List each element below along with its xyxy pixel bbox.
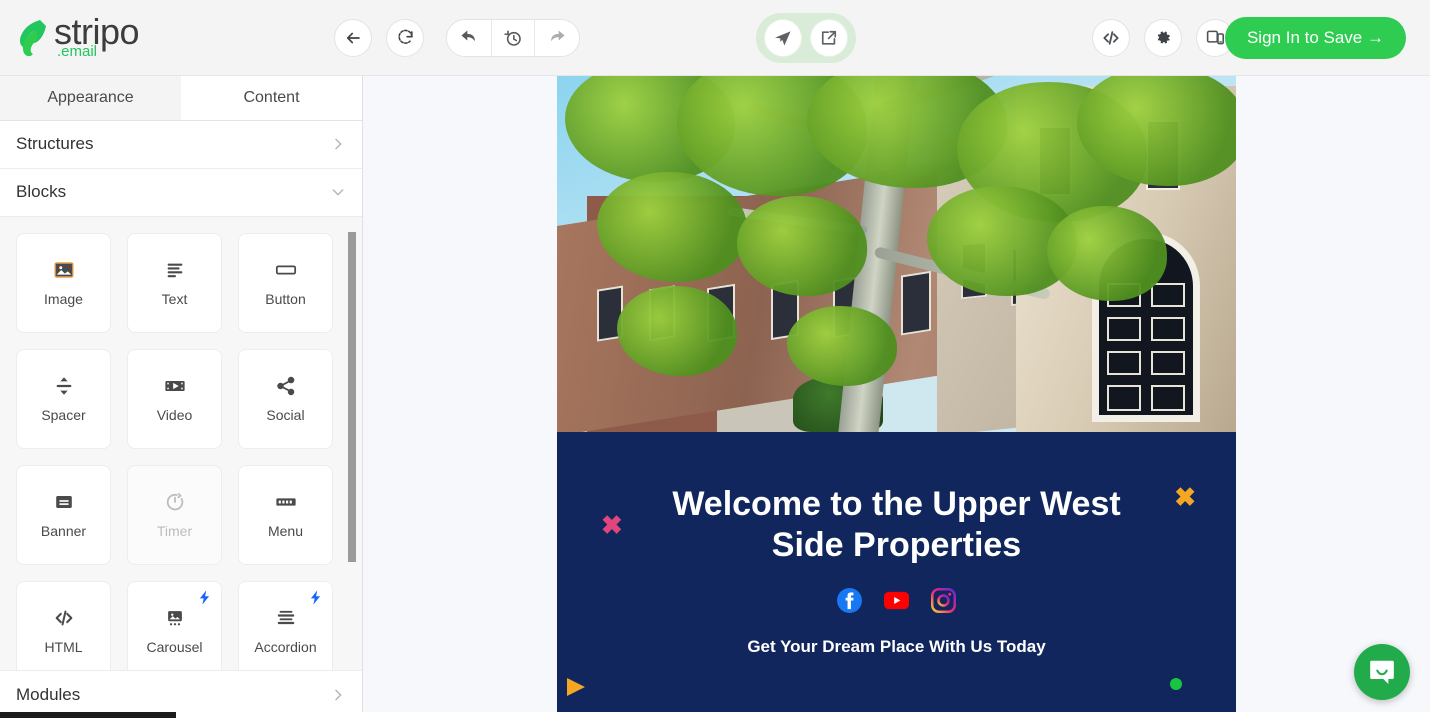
block-label: Text xyxy=(161,290,188,307)
block-label: Spacer xyxy=(41,406,86,423)
blocks-grid: Image Text Button Spacer Video Social Banner Ti… xyxy=(16,232,348,670)
block-label: Image xyxy=(44,290,83,307)
instagram-icon[interactable] xyxy=(931,588,956,613)
editor-tools-group xyxy=(1092,18,1234,57)
triangle-orange-icon xyxy=(567,678,585,696)
share-nodes-icon xyxy=(275,375,297,397)
block-card-text[interactable]: Text xyxy=(127,232,222,333)
block-label: Carousel xyxy=(146,638,203,655)
history-button[interactable] xyxy=(491,19,535,56)
hero-image[interactable] xyxy=(557,76,1236,432)
settings-button[interactable] xyxy=(1144,18,1182,57)
lightning-bolt-icon xyxy=(307,588,324,612)
block-card-video[interactable]: Video xyxy=(127,348,222,449)
block-card-html[interactable]: HTML xyxy=(16,580,111,670)
block-label: Accordion xyxy=(254,638,317,655)
carousel-icon xyxy=(163,607,187,629)
cta-subheading[interactable]: Get Your Dream Place With Us Today xyxy=(597,637,1196,657)
hero-cta-section[interactable]: ✖ ✖ Welcome to the Upper West Side Prope… xyxy=(557,432,1236,718)
image-icon xyxy=(53,259,75,281)
block-card-image[interactable]: Image xyxy=(16,232,111,333)
window-bottom-strip xyxy=(0,712,1430,718)
redo-button[interactable] xyxy=(535,19,579,56)
facebook-icon[interactable] xyxy=(837,588,862,613)
nav-button-group xyxy=(334,18,424,57)
spacer-icon xyxy=(53,375,75,397)
section-structures-label: Structures xyxy=(16,134,94,154)
cta-heading[interactable]: Welcome to the Upper West Side Propertie… xyxy=(637,484,1157,566)
social-links xyxy=(597,588,1196,613)
chat-bubble-smile-icon xyxy=(1370,660,1394,684)
section-modules-label: Modules xyxy=(16,684,81,704)
chevron-right-icon xyxy=(330,136,346,152)
block-label: Button xyxy=(265,290,306,307)
export-button[interactable] xyxy=(810,18,848,57)
chevron-right-icon xyxy=(330,687,346,703)
block-card-banner[interactable]: Banner xyxy=(16,464,111,565)
email-canvas[interactable]: ✖ ✖ Welcome to the Upper West Side Prope… xyxy=(363,76,1430,718)
block-label: Timer xyxy=(156,522,193,539)
lightning-bolt-icon xyxy=(196,588,213,612)
chat-launcher-button[interactable] xyxy=(1354,644,1410,700)
x-mark-orange-icon: ✖ xyxy=(1174,482,1196,512)
block-card-social[interactable]: Social xyxy=(238,348,333,449)
timer-icon xyxy=(164,491,186,513)
section-structures[interactable]: Structures xyxy=(0,120,362,169)
top-toolbar: stripo .email Sign In to Save → xyxy=(0,0,1430,76)
banner-icon xyxy=(53,491,75,513)
history-button-group xyxy=(446,18,580,57)
sign-in-to-save-button[interactable]: Sign In to Save → xyxy=(1224,16,1406,59)
block-label: Video xyxy=(156,406,193,423)
tab-content[interactable]: Content xyxy=(181,76,362,120)
app-logo[interactable]: stripo .email xyxy=(16,14,316,60)
menu-icon xyxy=(274,491,298,513)
code-editor-button[interactable] xyxy=(1092,18,1130,57)
back-button[interactable] xyxy=(334,18,372,57)
block-label: Menu xyxy=(267,522,304,539)
button-icon xyxy=(274,259,298,281)
horizontal-scrollbar-thumb[interactable] xyxy=(0,712,176,718)
block-card-spacer[interactable]: Spacer xyxy=(16,348,111,449)
block-label: HTML xyxy=(44,638,83,655)
stripo-email-editor: stripo .email Sign In to Save → Appearan… xyxy=(0,0,1430,718)
section-blocks[interactable]: Blocks xyxy=(0,168,362,217)
block-card-timer: Timer xyxy=(127,464,222,565)
block-label: Banner xyxy=(40,522,87,539)
left-panel: Appearance Content Structures Blocks Ima… xyxy=(0,76,363,718)
brand-suffix: .email xyxy=(57,43,98,60)
refresh-button[interactable] xyxy=(386,18,424,57)
block-label: Social xyxy=(266,406,305,423)
accordion-icon xyxy=(274,607,298,629)
panel-tabs: Appearance Content xyxy=(0,76,362,121)
send-export-group xyxy=(756,12,856,63)
block-card-menu[interactable]: Menu xyxy=(238,464,333,565)
dot-green-icon xyxy=(1170,678,1182,690)
x-mark-pink-icon: ✖ xyxy=(601,510,623,540)
send-test-button[interactable] xyxy=(764,18,802,57)
block-card-button[interactable]: Button xyxy=(238,232,333,333)
email-template: ✖ ✖ Welcome to the Upper West Side Prope… xyxy=(557,76,1236,718)
text-lines-icon xyxy=(164,259,186,281)
section-blocks-label: Blocks xyxy=(16,182,67,202)
undo-button[interactable] xyxy=(447,19,491,56)
block-card-accordion[interactable]: Accordion xyxy=(238,580,333,670)
blocks-scroll-area[interactable]: Image Text Button Spacer Video Social Banner Ti… xyxy=(0,216,362,670)
code-brackets-icon xyxy=(52,607,76,629)
chevron-down-icon xyxy=(330,184,346,200)
tab-appearance[interactable]: Appearance xyxy=(0,76,181,120)
blocks-scrollbar-thumb[interactable] xyxy=(348,231,356,562)
block-card-carousel[interactable]: Carousel xyxy=(127,580,222,670)
video-icon xyxy=(163,375,187,397)
youtube-icon[interactable] xyxy=(884,588,909,613)
section-modules[interactable]: Modules xyxy=(0,670,362,718)
stripo-logo-icon xyxy=(16,18,50,58)
